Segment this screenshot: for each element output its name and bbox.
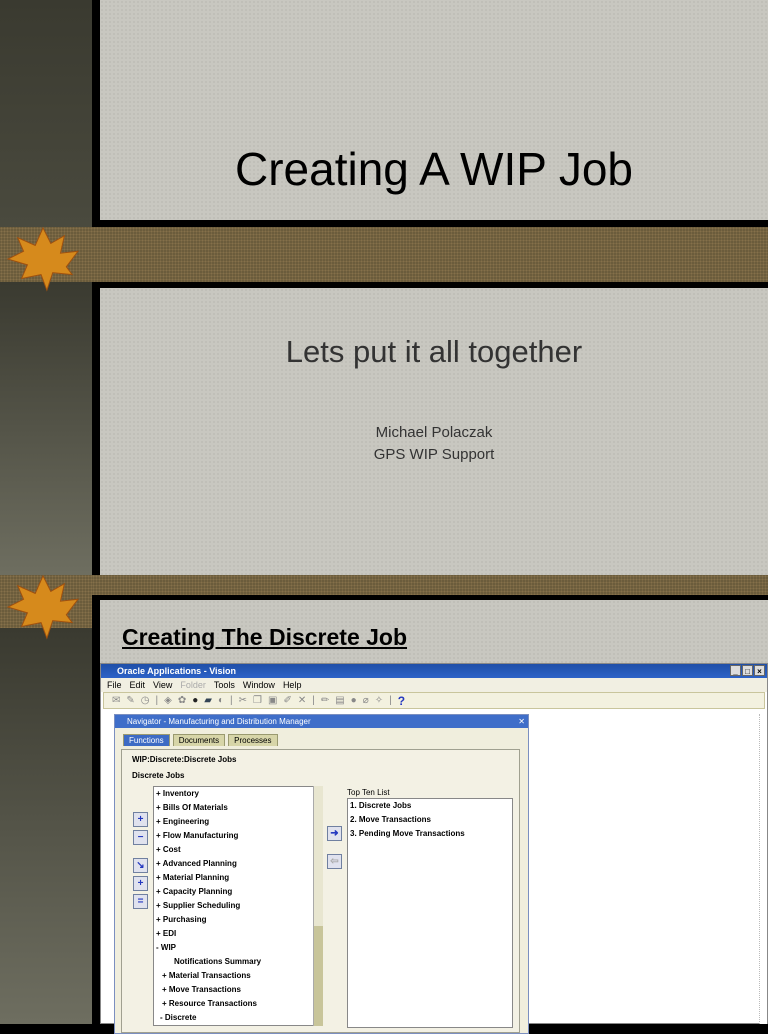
tree-item[interactable]: + Capacity Planning: [154, 885, 322, 899]
history-icon[interactable]: ◷: [141, 695, 150, 706]
top-ten-label: Top Ten List: [347, 788, 390, 797]
slide-heading: Creating The Discrete Job: [122, 624, 408, 650]
menu-folder[interactable]: Folder: [180, 678, 206, 692]
copy-icon[interactable]: ❐: [253, 695, 262, 706]
menu-edit[interactable]: Edit: [130, 678, 146, 692]
navigator-title: Navigator - Manufacturing and Distributi…: [127, 717, 311, 726]
top-ten-list: 1. Discrete Jobs 2. Move Transactions 3.…: [347, 798, 513, 1028]
navigator-title-bar: Navigator - Manufacturing and Distributi…: [115, 715, 528, 728]
left-column: [0, 0, 92, 227]
remove-from-top-ten-button[interactable]: ⇦: [327, 854, 342, 869]
app-scrollbar[interactable]: [759, 714, 767, 1024]
maple-leaf-icon: [6, 574, 80, 640]
new-icon[interactable]: ✉: [112, 695, 120, 706]
add-to-top-ten-button[interactable]: ➜: [327, 826, 342, 841]
tree-item[interactable]: + Resource Transactions: [154, 997, 322, 1011]
close-button[interactable]: ×: [754, 665, 765, 676]
menu-help[interactable]: Help: [283, 678, 302, 692]
expand-button[interactable]: +: [133, 812, 148, 827]
tree-item[interactable]: Notifications Summary: [154, 955, 322, 969]
cut-icon[interactable]: ✂: [239, 695, 247, 706]
tree-item[interactable]: + Flow Manufacturing: [154, 829, 322, 843]
clear-icon[interactable]: ✐: [283, 695, 291, 706]
tab-functions[interactable]: Functions: [123, 734, 170, 746]
tree-item[interactable]: + Move Transactions: [154, 983, 322, 997]
menu-file[interactable]: File: [107, 678, 122, 692]
save-icon[interactable]: ◈: [164, 695, 172, 706]
function-tree: + Inventory + Bills Of Materials + Enginee…: [153, 786, 323, 1026]
list-item[interactable]: 3. Pending Move Transactions: [348, 827, 512, 841]
tree-item[interactable]: + Material Transactions: [154, 969, 322, 983]
print-icon[interactable]: ▰: [204, 695, 212, 706]
menu-view[interactable]: View: [153, 678, 172, 692]
tree-item[interactable]: + EDI: [154, 927, 322, 941]
list-item[interactable]: 2. Move Transactions: [348, 813, 512, 827]
divider-band: [0, 227, 768, 282]
expand-branch-button[interactable]: ↘: [133, 858, 148, 873]
tree-item[interactable]: - WIP: [154, 941, 322, 955]
tree-item[interactable]: + Cost: [154, 843, 322, 857]
navigator-window: Navigator - Manufacturing and Distributi…: [114, 714, 529, 1034]
collapse-button[interactable]: −: [133, 830, 148, 845]
divider-band: [92, 575, 768, 595]
tree-item[interactable]: + Bills Of Materials: [154, 801, 322, 815]
tree-item[interactable]: - Discrete: [154, 1011, 322, 1025]
author-team: GPS WIP Support: [373, 446, 495, 463]
menu-tools[interactable]: Tools: [214, 678, 235, 692]
author-name: Michael Polaczak: [375, 424, 493, 441]
globe-icon[interactable]: ●: [351, 695, 357, 706]
navigate-icon[interactable]: ✿: [178, 695, 186, 706]
attach-icon[interactable]: ⌀: [363, 695, 369, 706]
selected-function: Discrete Jobs: [132, 771, 185, 780]
paste-icon[interactable]: ▣: [268, 695, 277, 706]
menu-bar: File Edit View Folder Tools Window Help: [101, 678, 767, 692]
slide-title: Creating A WIP Job: [234, 143, 634, 195]
minimize-button[interactable]: _: [730, 665, 741, 676]
function-path: WIP:Discrete:Discrete Jobs: [132, 755, 237, 764]
edit-icon[interactable]: ✏: [321, 695, 329, 706]
maximize-button[interactable]: □: [742, 665, 753, 676]
translate-icon[interactable]: ✧: [375, 695, 383, 706]
tree-item[interactable]: + Material Planning: [154, 871, 322, 885]
tree-item[interactable]: + Inventory: [154, 787, 322, 801]
left-column: [0, 282, 92, 575]
expand-all-button[interactable]: +: [133, 876, 148, 891]
oracle-app-window: Oracle Applications - Vision _ □ × File Ed…: [100, 663, 768, 1034]
tree-scrollbar[interactable]: [313, 786, 323, 1026]
close-form-icon[interactable]: ◐: [218, 695, 224, 706]
app-title-bar: Oracle Applications - Vision _ □ ×: [101, 664, 767, 678]
tree-item[interactable]: + Purchasing: [154, 913, 322, 927]
tab-documents[interactable]: Documents: [172, 734, 226, 746]
help-icon[interactable]: ?: [398, 694, 405, 708]
delete-icon[interactable]: ✕: [298, 695, 306, 706]
close-icon[interactable]: ✕: [518, 715, 525, 728]
toolbar: ✉ ✎ ◷ | ◈ ✿ ● ▰ ◐ | ✂ ❐ ▣ ✐ ✕ | ✏ ▤ ● ⌀ ✧ |?: [103, 692, 765, 709]
tree-item[interactable]: + Engineering: [154, 815, 322, 829]
collapse-all-button[interactable]: =: [133, 894, 148, 909]
tab-processes[interactable]: Processes: [228, 734, 278, 746]
tree-item[interactable]: + Supplier Scheduling: [154, 899, 322, 913]
list-item[interactable]: 1. Discrete Jobs: [348, 799, 512, 813]
maple-leaf-icon: [6, 226, 80, 292]
left-column: [0, 628, 92, 1024]
slide-subtitle: Lets put it all together: [285, 334, 583, 369]
folder-icon[interactable]: ▤: [335, 695, 344, 706]
find-icon[interactable]: ✎: [126, 695, 134, 706]
tree-item[interactable]: + Advanced Planning: [154, 857, 322, 871]
zoom-icon[interactable]: ●: [192, 695, 198, 706]
menu-window[interactable]: Window: [243, 678, 275, 692]
app-title: Oracle Applications - Vision: [117, 666, 237, 676]
